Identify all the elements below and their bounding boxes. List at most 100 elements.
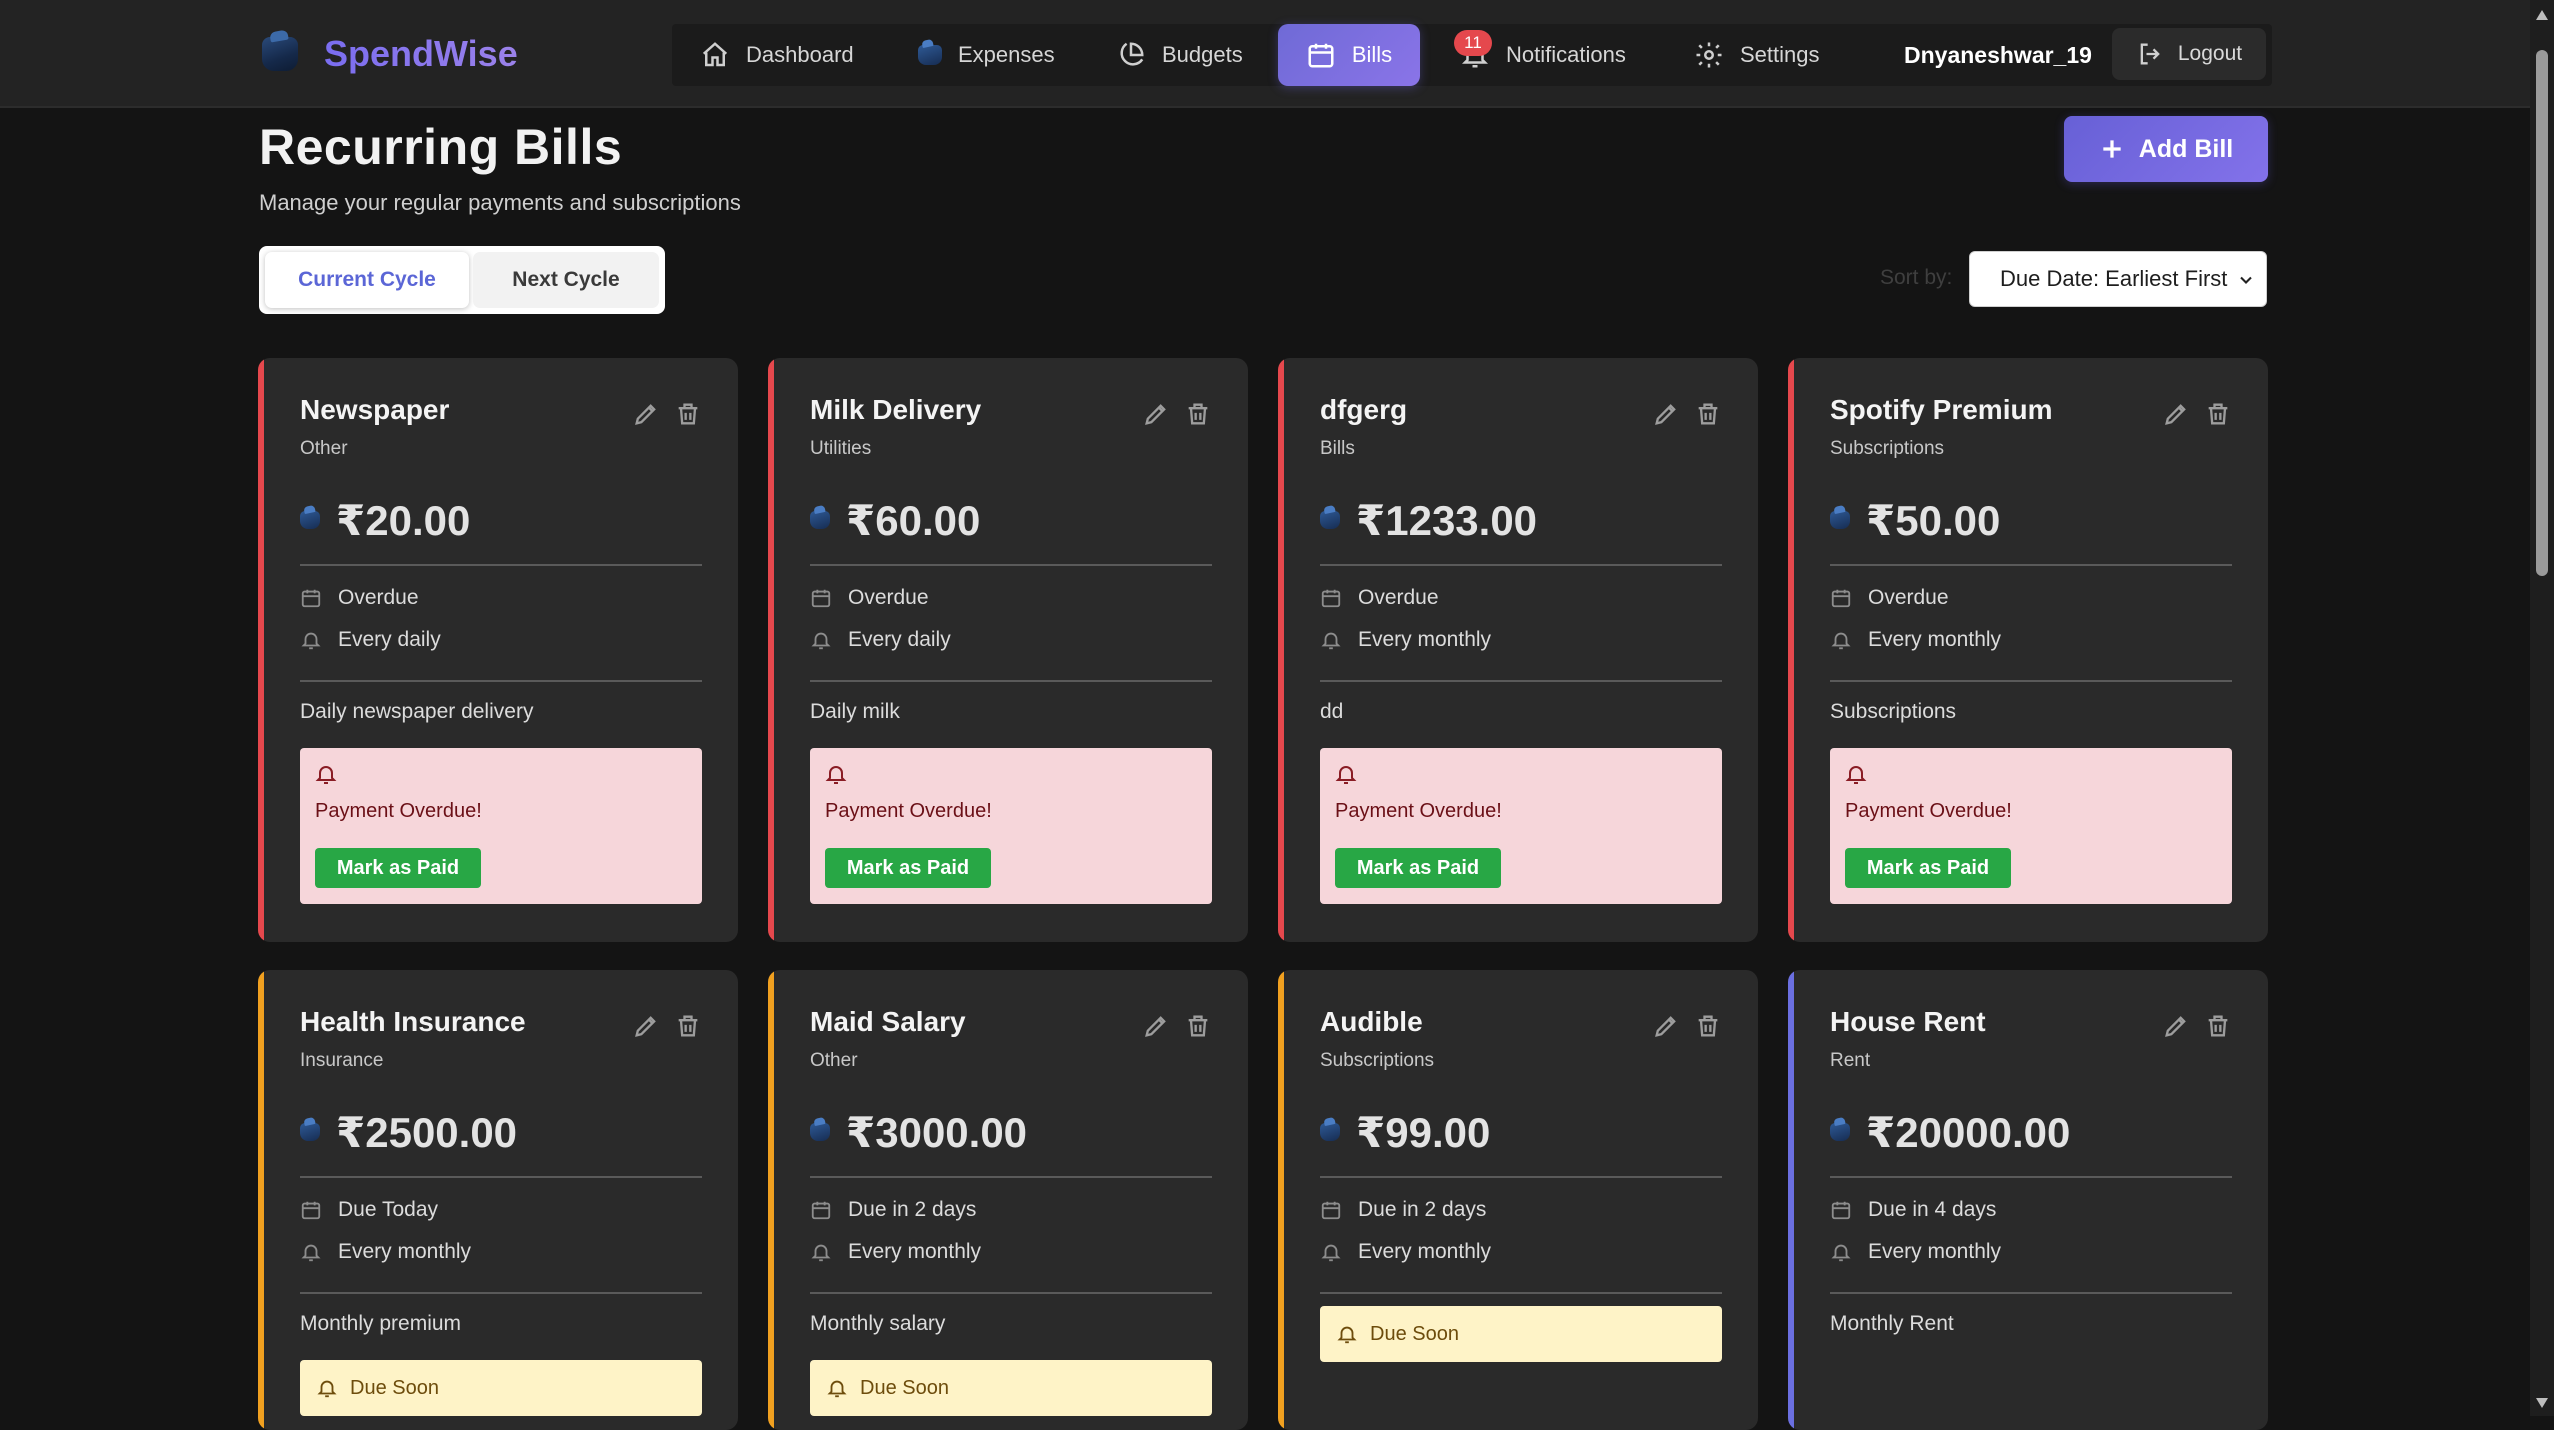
edit-button[interactable]	[2162, 1012, 2190, 1045]
nav-budgets[interactable]: Budgets	[1116, 24, 1243, 86]
edit-button[interactable]	[632, 1012, 660, 1045]
delete-button[interactable]	[2204, 1012, 2232, 1045]
vertical-scrollbar[interactable]	[2530, 0, 2554, 1416]
calendar-icon	[301, 589, 321, 608]
due-row: Overdue	[810, 586, 929, 610]
edit-button[interactable]	[632, 400, 660, 433]
delete-button[interactable]	[674, 400, 702, 433]
bell-icon	[811, 632, 831, 650]
divider	[1320, 680, 1722, 682]
pencil-icon[interactable]	[1142, 400, 1170, 428]
due-status: Overdue	[1358, 586, 1439, 609]
delete-button[interactable]	[2204, 400, 2232, 433]
frequency-row: Every monthly	[1830, 1240, 2001, 1264]
bell-icon	[1831, 632, 1851, 650]
edit-button[interactable]	[1652, 400, 1680, 433]
bill-amount-value: ₹2500.00	[336, 1108, 518, 1156]
pencil-icon[interactable]	[632, 1012, 660, 1040]
trash-icon[interactable]	[1184, 1012, 1212, 1040]
divider	[1320, 1176, 1722, 1178]
nav-bills[interactable]: Bills	[1278, 24, 1420, 86]
divider	[1320, 564, 1722, 566]
pencil-icon[interactable]	[2162, 1012, 2190, 1040]
card-actions	[1652, 1012, 1722, 1045]
scroll-up-arrow[interactable]	[2536, 10, 2548, 20]
bell-icon	[811, 1244, 831, 1262]
trash-icon[interactable]	[1184, 400, 1212, 428]
divider	[810, 680, 1212, 682]
bill-amount: ₹2500.00	[300, 1102, 517, 1162]
edit-button[interactable]	[2162, 400, 2190, 433]
mark-as-paid-button[interactable]: Mark as Paid	[825, 848, 991, 888]
frequency: Every monthly	[1358, 628, 1492, 651]
mark-as-paid-button[interactable]: Mark as Paid	[1335, 848, 1501, 888]
trash-icon[interactable]	[2204, 400, 2232, 428]
bill-category: Insurance	[300, 1050, 384, 1071]
mark-as-paid-button[interactable]: Mark as Paid	[1845, 848, 2011, 888]
nav-notifications[interactable]: 11 Notifications	[1454, 24, 1626, 86]
due-soon-alert: Due Soon	[1320, 1306, 1722, 1362]
delete-button[interactable]	[1694, 1012, 1722, 1045]
bill-card: Maid Salary Other ₹3000.00 Due in 2 days Eve…	[768, 970, 1248, 1430]
due-soon-label: Due Soon	[1370, 1322, 1459, 1345]
brand[interactable]: SpendWise	[262, 28, 518, 80]
money-bag-icon	[1320, 1123, 1340, 1141]
bill-category: Subscriptions	[1320, 1050, 1435, 1071]
bill-description: Daily newspaper delivery	[300, 700, 534, 723]
due-row: Overdue	[1320, 586, 1439, 610]
logout-button[interactable]: Logout	[2112, 28, 2266, 80]
nav-expenses[interactable]: Expenses	[918, 24, 1055, 86]
edit-button[interactable]	[1142, 400, 1170, 433]
card-actions	[632, 1012, 702, 1045]
divider	[300, 1176, 702, 1178]
sort-select-value: Due Date: Earliest First	[2000, 266, 2228, 291]
trash-icon[interactable]	[2204, 1012, 2232, 1040]
edit-button[interactable]	[1652, 1012, 1680, 1045]
nav-dashboard[interactable]: Dashboard	[700, 24, 854, 86]
bill-amount-value: ₹20000.00	[1866, 1108, 2071, 1156]
delete-button[interactable]	[1694, 400, 1722, 433]
bill-card: dfgerg Bills ₹1233.00 Overdue Every monthly d…	[1278, 358, 1758, 942]
delete-button[interactable]	[1184, 1012, 1212, 1045]
due-row: Overdue	[1830, 586, 1949, 610]
sort-select[interactable]: Due Date: Earliest First	[1969, 251, 2267, 307]
delete-button[interactable]	[1184, 400, 1212, 433]
frequency: Every daily	[338, 628, 441, 651]
pencil-icon[interactable]	[1652, 1012, 1680, 1040]
calendar-icon	[811, 589, 831, 608]
due-status: Due in 2 days	[1358, 1198, 1487, 1221]
pencil-icon[interactable]	[1652, 400, 1680, 428]
card-actions	[1142, 1012, 1212, 1045]
mark-as-paid-button[interactable]: Mark as Paid	[315, 848, 481, 888]
overdue-message: Payment Overdue!	[825, 800, 992, 822]
pencil-icon[interactable]	[2162, 400, 2190, 428]
money-bag-icon	[918, 45, 942, 65]
status-edge	[1788, 358, 1794, 942]
pencil-icon[interactable]	[1142, 1012, 1170, 1040]
scroll-thumb[interactable]	[2536, 50, 2548, 576]
trash-icon[interactable]	[1694, 400, 1722, 428]
current-cycle-tab[interactable]: Current Cycle	[265, 252, 469, 308]
next-cycle-tab[interactable]: Next Cycle	[473, 252, 659, 308]
bill-amount-value: ₹99.00	[1356, 1108, 1491, 1156]
trash-icon[interactable]	[674, 400, 702, 428]
pencil-icon[interactable]	[632, 400, 660, 428]
bill-amount-value: ₹3000.00	[846, 1108, 1028, 1156]
plus-icon	[2103, 140, 2121, 158]
frequency: Every daily	[848, 628, 951, 651]
delete-button[interactable]	[674, 1012, 702, 1045]
overdue-alert: Payment Overdue! Mark as Paid	[300, 748, 702, 904]
add-bill-button[interactable]: Add Bill	[2064, 116, 2268, 182]
cycle-toggle: Current Cycle Next Cycle	[259, 246, 665, 314]
frequency: Every monthly	[338, 1240, 472, 1263]
trash-icon[interactable]	[1694, 1012, 1722, 1040]
trash-icon[interactable]	[674, 1012, 702, 1040]
bill-card: Audible Subscriptions ₹99.00 Due in 2 days E…	[1278, 970, 1758, 1430]
edit-button[interactable]	[1142, 1012, 1170, 1045]
nav-settings[interactable]: Settings	[1694, 24, 1820, 86]
divider	[810, 1292, 1212, 1294]
bill-amount: ₹99.00	[1320, 1102, 1490, 1162]
scroll-down-arrow[interactable]	[2536, 1398, 2548, 1408]
frequency: Every monthly	[1868, 628, 2002, 651]
overdue-alert: Payment Overdue! Mark as Paid	[810, 748, 1212, 904]
